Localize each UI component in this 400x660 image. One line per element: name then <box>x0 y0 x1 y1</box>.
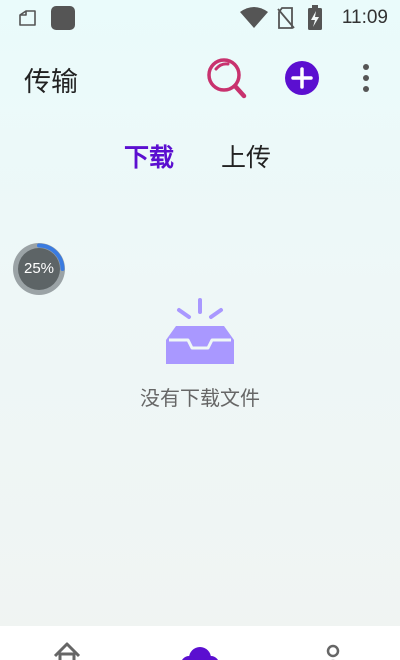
transfer-tabs: 下载 上传 <box>0 136 400 176</box>
nav-home[interactable] <box>27 626 107 660</box>
transfer-progress-indicator[interactable]: 25% <box>12 242 66 296</box>
wifi-icon <box>240 7 268 28</box>
app-notification-icon <box>51 6 75 30</box>
tab-upload[interactable]: 上传 <box>221 138 271 174</box>
empty-inbox-icon <box>166 298 234 364</box>
status-bar: 11:09 <box>0 0 400 36</box>
cloud-icon <box>182 647 218 660</box>
bottom-navigation <box>0 626 400 660</box>
app-header: 传输 <box>0 50 400 110</box>
add-icon <box>285 61 319 95</box>
no-sim-icon <box>277 7 295 29</box>
search-icon <box>207 58 247 99</box>
nav-cloud[interactable] <box>160 626 240 660</box>
profile-icon <box>326 644 340 660</box>
page-title: 传输 <box>24 67 78 98</box>
battery-charging-icon <box>308 5 322 30</box>
more-vertical-icon <box>363 64 369 92</box>
empty-state-message: 没有下载文件 <box>140 386 260 410</box>
search-button[interactable] <box>206 56 248 100</box>
home-icon <box>53 642 81 660</box>
files-notification-icon <box>19 10 36 26</box>
progress-percent: 25% <box>23 260 55 277</box>
add-button[interactable] <box>284 60 320 96</box>
more-options-button[interactable] <box>356 62 376 94</box>
nav-profile[interactable] <box>293 626 373 660</box>
tab-download[interactable]: 下载 <box>124 138 174 174</box>
status-time: 11:09 <box>341 7 388 28</box>
